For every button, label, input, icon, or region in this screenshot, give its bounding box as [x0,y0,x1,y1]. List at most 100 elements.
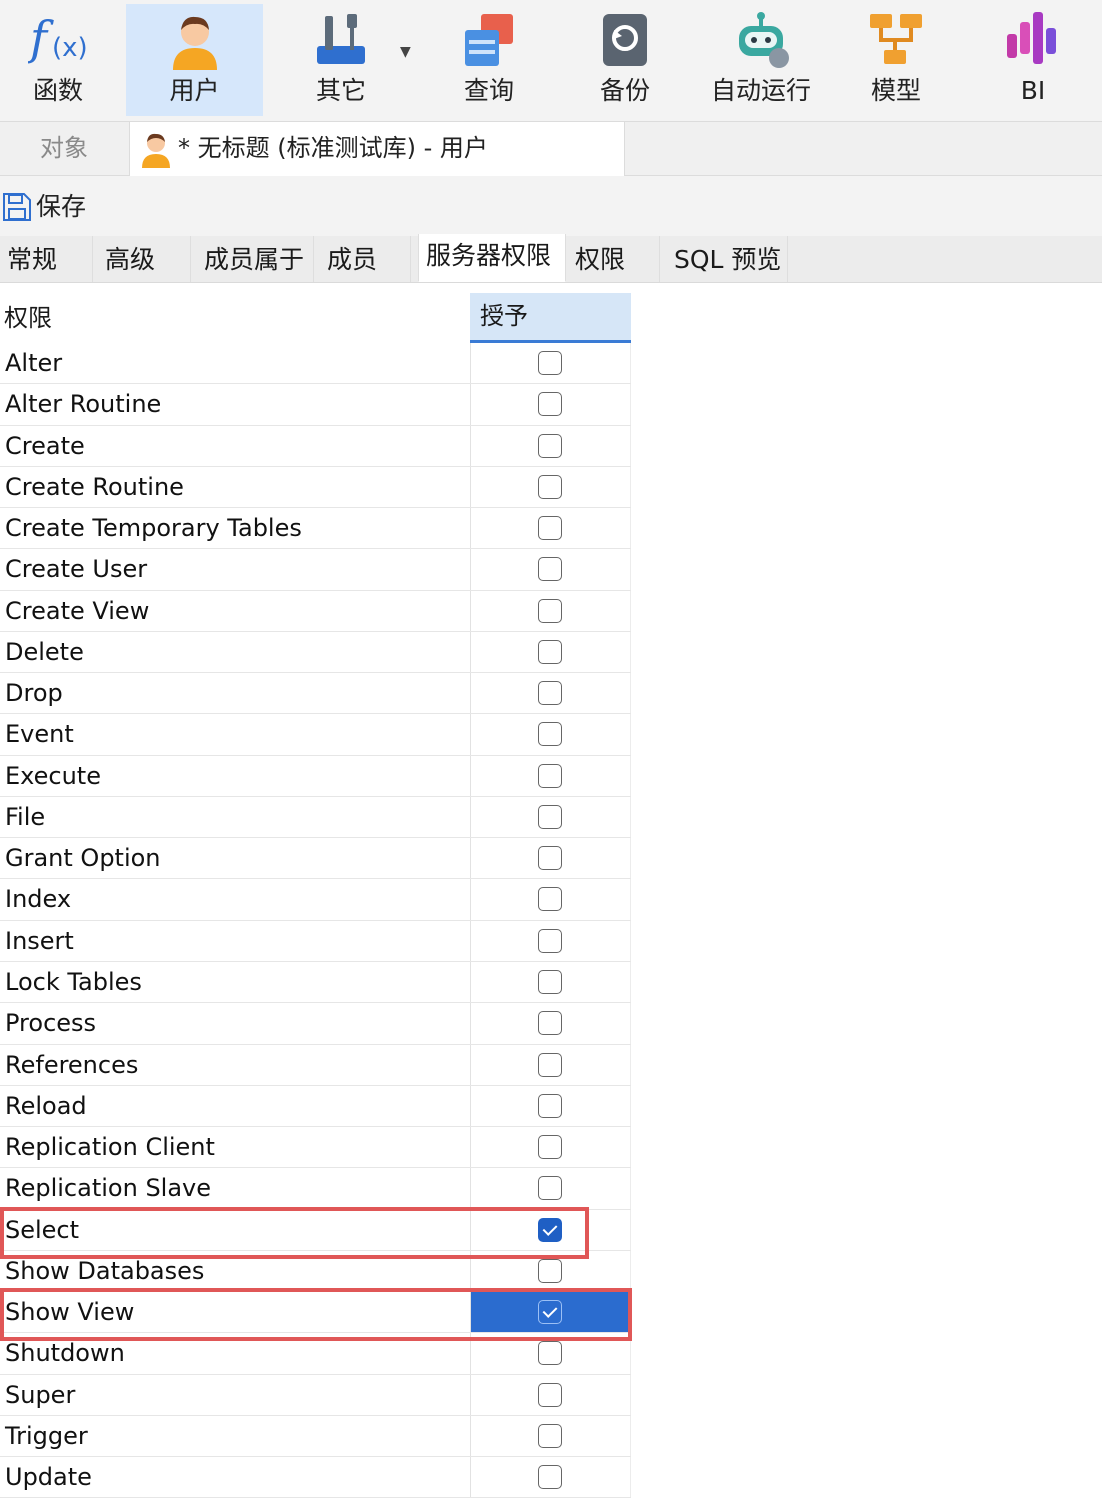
table-row[interactable]: Alter [0,343,631,385]
grant-checkbox[interactable] [538,681,562,706]
grant-checkbox[interactable] [538,1465,562,1490]
grant-checkbox[interactable] [538,1011,562,1036]
grant-cell[interactable] [470,1209,631,1250]
grant-cell[interactable] [470,1127,631,1168]
grant-checkbox[interactable] [538,474,562,499]
tab-members[interactable]: 成员 [320,236,411,282]
tab-advanced[interactable]: 高级 [98,236,191,282]
grant-checkbox[interactable] [538,1341,562,1366]
table-row[interactable]: Lock Tables [0,961,631,1004]
grant-checkbox[interactable] [538,1217,562,1242]
table-row[interactable]: Replication Client [0,1127,631,1169]
grant-cell[interactable] [470,590,631,631]
grant-checkbox[interactable] [538,557,562,582]
table-row[interactable]: Trigger [0,1415,631,1458]
table-row[interactable]: Shutdown [0,1333,631,1375]
table-row[interactable]: Index [0,879,631,921]
table-row[interactable]: Grant Option [0,838,631,880]
toolbar-others-button[interactable]: 其它 [276,4,406,116]
tab-general[interactable]: 常规 [0,236,93,282]
toolbar-query-button[interactable]: 查询 [424,4,554,116]
table-row[interactable]: Replication Slave [0,1168,631,1210]
grant-cell[interactable] [470,755,631,796]
grant-cell[interactable] [470,1333,631,1374]
grant-cell[interactable] [470,961,631,1003]
toolbar-functions-button[interactable]: f (x) 函数 [0,4,123,116]
grant-cell[interactable] [470,1457,631,1498]
column-header-privilege[interactable]: 权限 [4,293,52,343]
table-row[interactable]: Create [0,425,631,467]
tab-server-privileges[interactable]: 服务器权限 [418,234,566,282]
grant-cell[interactable] [470,673,631,714]
grant-cell[interactable] [470,1085,631,1127]
table-row[interactable]: References [0,1044,631,1086]
toolbar-user-button[interactable]: 用户 [126,4,263,116]
grant-checkbox[interactable] [538,969,562,994]
table-row[interactable]: Show Databases [0,1250,631,1293]
document-tab[interactable]: * 无标题 (标准测试库) - 用户 [129,122,625,176]
grant-checkbox[interactable] [538,598,562,623]
grant-cell[interactable] [470,1292,631,1333]
grant-checkbox[interactable] [538,1135,562,1160]
grant-checkbox[interactable] [538,639,562,664]
grant-checkbox[interactable] [538,516,562,541]
tab-member-of[interactable]: 成员属于 [197,236,314,282]
grant-checkbox[interactable] [538,1423,562,1448]
grant-cell[interactable] [470,1044,631,1085]
grant-checkbox[interactable] [538,1300,562,1325]
table-row[interactable]: File [0,796,631,839]
table-row[interactable]: Insert [0,920,631,962]
table-row[interactable]: Create Temporary Tables [0,508,631,550]
grant-checkbox[interactable] [538,1052,562,1077]
table-row[interactable]: Process [0,1003,631,1045]
grant-checkbox[interactable] [538,763,562,788]
grant-cell[interactable] [470,838,631,879]
grant-cell[interactable] [470,343,631,384]
table-row[interactable]: Delete [0,631,631,674]
grant-cell[interactable] [470,508,631,549]
table-row[interactable]: Drop [0,673,631,715]
tab-sql-preview[interactable]: SQL 预览 [667,236,788,282]
grant-checkbox[interactable] [538,846,562,871]
grant-cell[interactable] [470,1374,631,1415]
grant-checkbox[interactable] [538,928,562,953]
table-row[interactable]: Execute [0,755,631,797]
tab-privileges[interactable]: 权限 [568,236,660,282]
grant-checkbox[interactable] [538,392,562,417]
grant-cell[interactable] [470,425,631,466]
grant-checkbox[interactable] [538,1258,562,1283]
toolbar-automation-button[interactable]: 自动运行 [696,4,826,116]
grant-checkbox[interactable] [538,1176,562,1201]
object-tab[interactable]: 对象 [0,122,128,175]
grant-cell[interactable] [470,631,631,673]
grant-cell[interactable] [470,920,631,961]
table-row[interactable]: Reload [0,1085,631,1128]
toolbar-model-button[interactable]: 模型 [831,4,961,116]
table-row[interactable]: Alter Routine [0,384,631,426]
grant-checkbox[interactable] [538,887,562,912]
column-header-grant[interactable]: 授予 [470,293,631,343]
table-row[interactable]: Create Routine [0,466,631,509]
grant-cell[interactable] [470,879,631,920]
table-row[interactable]: Create User [0,549,631,591]
table-row[interactable]: Select [0,1209,631,1251]
table-row[interactable]: Event [0,714,631,756]
grant-cell[interactable] [470,796,631,838]
grant-checkbox[interactable] [538,1093,562,1118]
grant-checkbox[interactable] [538,804,562,829]
table-row[interactable]: Update [0,1457,631,1498]
table-row[interactable]: Create View [0,590,631,632]
grant-checkbox[interactable] [538,433,562,458]
grant-checkbox[interactable] [538,351,562,375]
grant-cell[interactable] [470,1168,631,1209]
toolbar-bi-button[interactable]: BI [968,4,1098,116]
grant-cell[interactable] [470,384,631,425]
grant-checkbox[interactable] [538,722,562,747]
dropdown-caret-icon[interactable]: ▼ [400,44,411,60]
table-row[interactable]: Super [0,1374,631,1416]
grant-cell[interactable] [470,549,631,590]
table-row[interactable]: Show View [0,1292,631,1334]
toolbar-backup-button[interactable]: 备份 [560,4,690,116]
grant-cell[interactable] [470,714,631,755]
grant-cell[interactable] [470,1415,631,1457]
